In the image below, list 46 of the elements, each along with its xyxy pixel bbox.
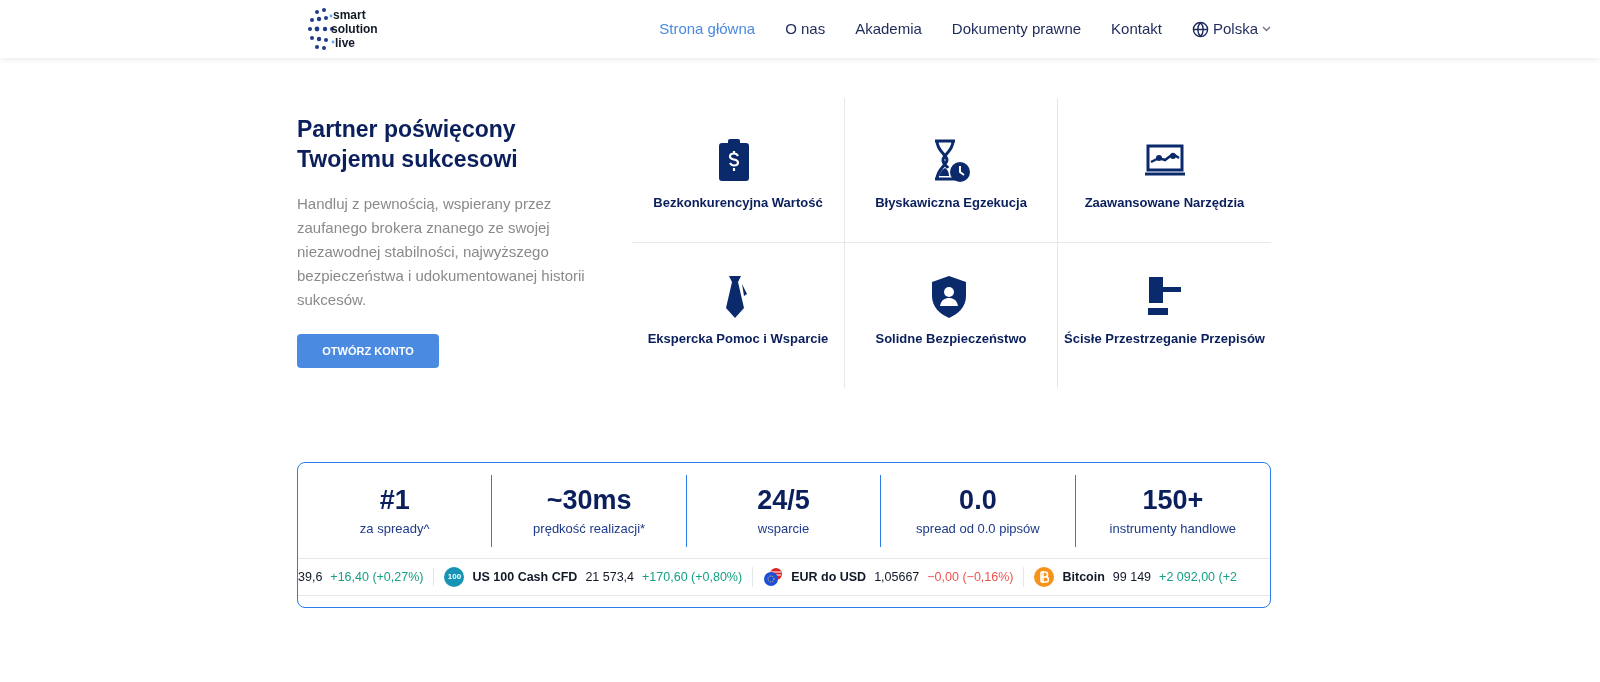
feature-label: Ścisłe Przestrzeganie Przepisów [1063,329,1266,348]
stat-value: 24/5 [757,483,810,517]
instrument-name: Bitcoin [1062,568,1105,586]
instrument-price: 39,6 [298,568,323,586]
logo-text: smart [332,8,367,22]
stat-label: spread od 0.0 pipsów [916,519,1040,538]
instrument-name: EUR do USD [791,568,867,586]
instrument-price: 21 573,4 [585,568,635,586]
feature-label: Bezkonkurencyjna Wartość [652,194,824,212]
logo[interactable]: smart solution live [307,4,378,54]
nav-link[interactable]: Akademia [855,17,922,41]
nav-link[interactable]: Dokumenty prawne [951,17,1082,41]
stat-label: wsparcie [757,519,810,538]
hero-description: Handluj z pewnością, wspierany przez zaufanego brokera znanego ze swojej niezawodnej stabilności, najwyższego bezpieczeństwa i udokumentowanej historii sukcesów. [297,194,586,310]
language-selector[interactable]: Polska [1191,17,1271,41]
nav-link[interactable]: Kontakt [1111,17,1162,41]
hero-heading: Partner poświęcony Twojemu sukcesowi [297,115,519,174]
globe-icon [1191,20,1209,38]
stat-value: #1 [379,483,410,517]
price-change: +170,60 (+0,80%) [642,568,743,586]
logo-text: live [334,36,356,50]
language-label: Polska [1212,18,1258,39]
stat-value: ~30ms [546,483,632,517]
stat-value: 150+ [1142,483,1204,517]
feature-label: Zaawansowane Narzędzia [1083,194,1246,212]
instrument-price: 1,05667 [874,568,920,586]
nav-link[interactable]: O nas [785,17,826,41]
feature-label: Solidne Bezpieczeństwo [874,329,1028,348]
instrument-name: US 100 Cash CFD [472,568,578,586]
instrument-price: 99 149 [1112,568,1152,586]
stat-label: za spready^ [359,519,430,538]
stat-value: 0.0 [959,483,997,517]
price-change: −0,00 (−0,16%) [927,568,1014,586]
stat-label: prędkość realizacji* [533,519,646,538]
currency-flags-icon [763,567,784,587]
chevron-down-icon [1262,26,1271,32]
bitcoin-icon [1034,567,1055,587]
nav-link[interactable]: Strona główna [659,17,756,41]
price-change: +2 092,00 (+2 [1159,568,1237,586]
stat-label: instrumenty handlowe [1109,519,1236,538]
feature-label: Błyskawiczna Egzekucja [874,194,1028,212]
feature-label: Ekspercka Pomoc i Wsparcie [646,329,830,348]
index-badge: 100 [444,567,465,587]
open-account-button[interactable]: OTWÓRZ KONTO [297,334,439,368]
price-change: +16,40 (+0,27%) [330,568,424,586]
logo-text: solution [331,22,378,36]
